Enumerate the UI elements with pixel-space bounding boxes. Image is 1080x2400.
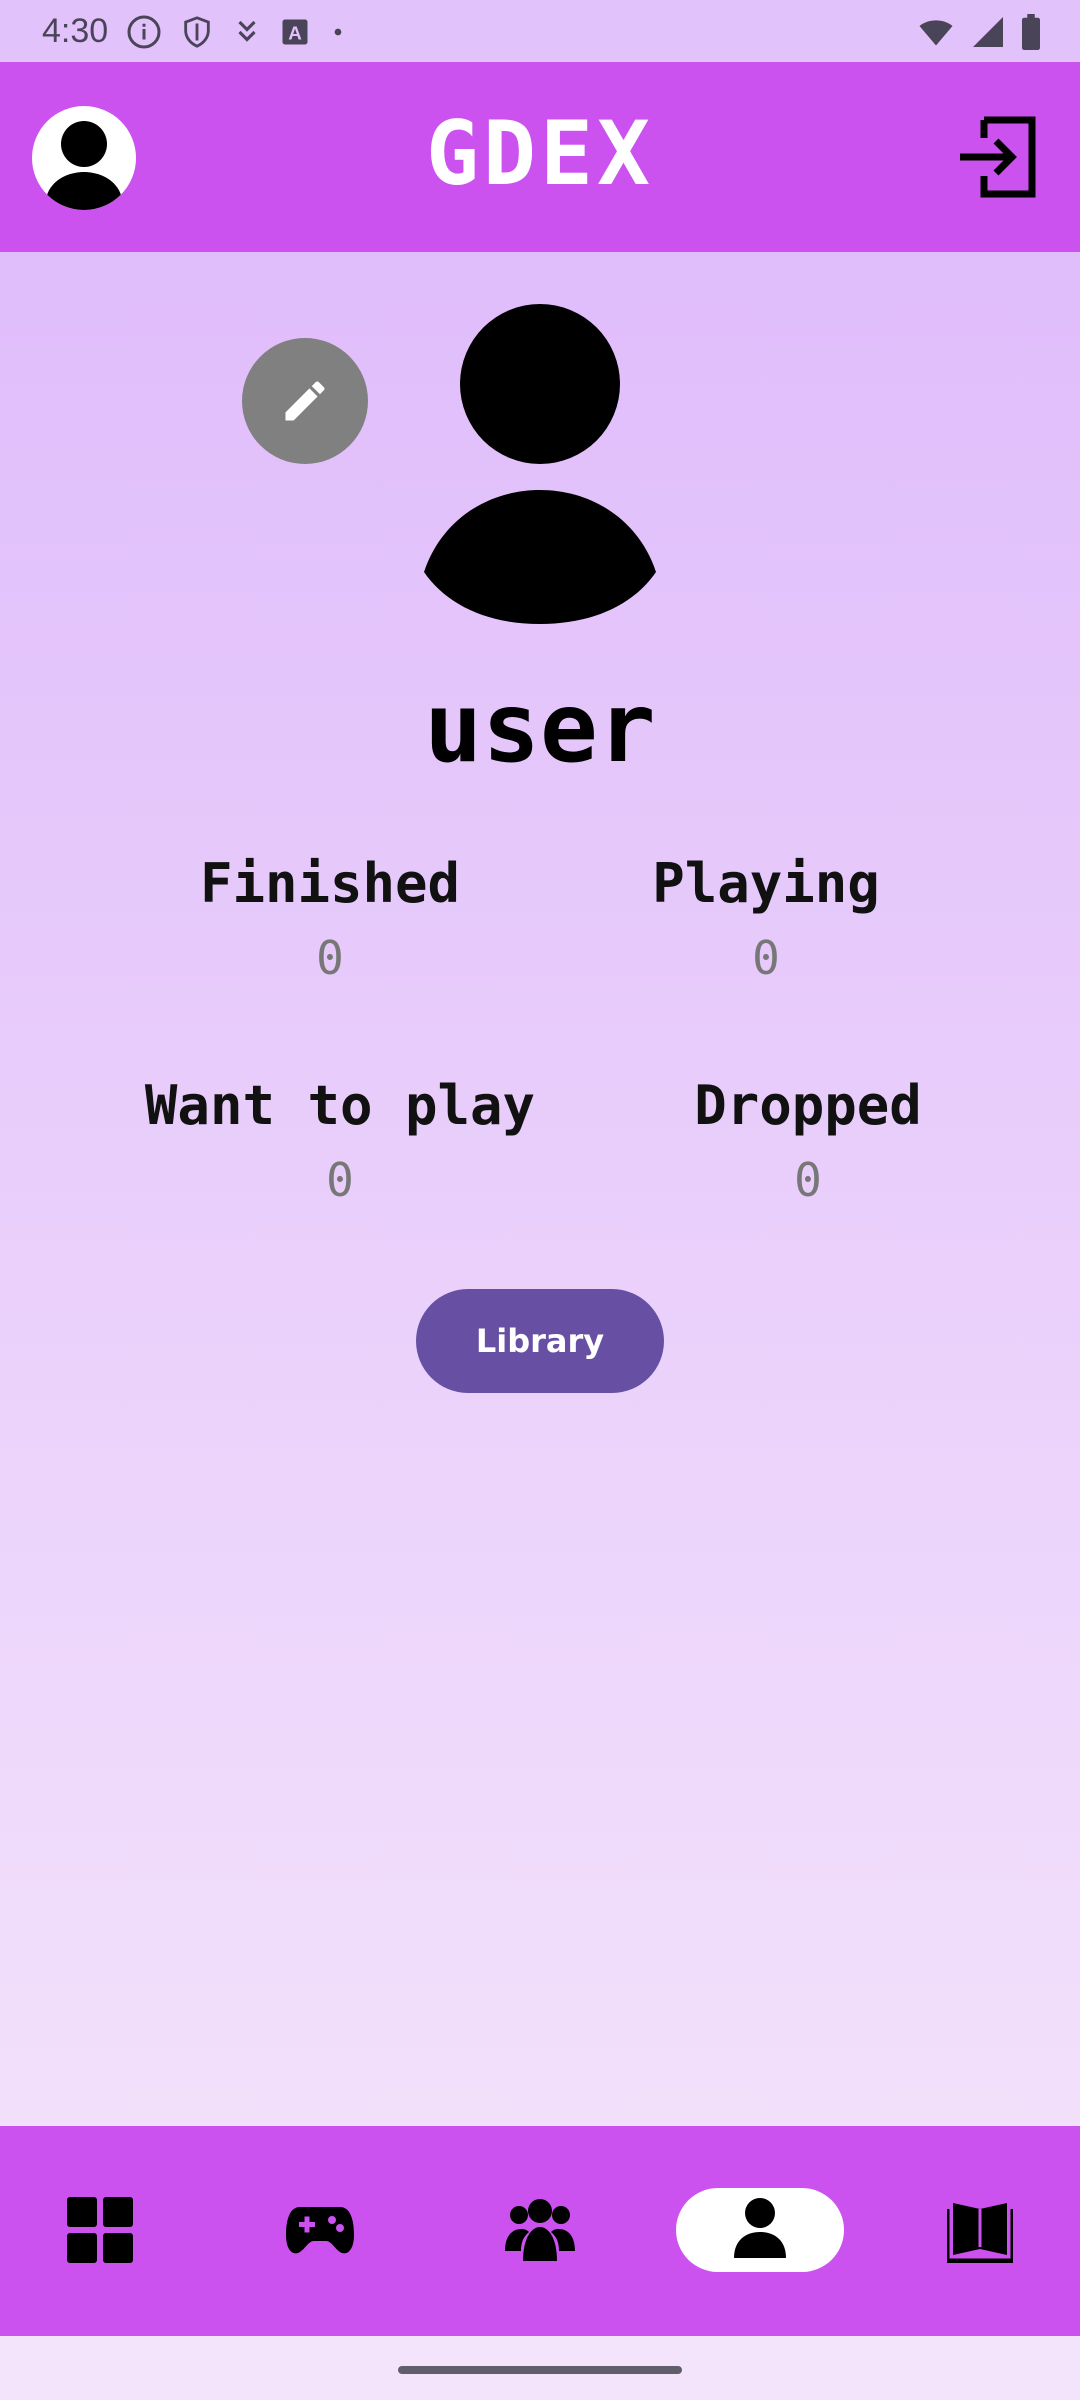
dashboard-icon xyxy=(67,2197,133,2263)
info-icon xyxy=(127,15,161,49)
stat-value: 0 xyxy=(326,1153,354,1207)
library-button[interactable]: Library xyxy=(416,1289,664,1393)
nav-dashboard[interactable] xyxy=(16,2188,184,2272)
stat-dropped: Dropped 0 xyxy=(598,1074,1018,1207)
signal-icon xyxy=(973,17,1003,47)
nav-profile[interactable] xyxy=(676,2188,844,2272)
status-time: 4:30 xyxy=(42,12,109,50)
dot-icon xyxy=(334,28,342,36)
stat-label: Dropped xyxy=(694,1074,922,1137)
logout-icon xyxy=(960,116,1036,198)
profile-content: user Finished 0 Playing 0 Want to play 0… xyxy=(0,252,1080,2126)
app-bar: GDEX xyxy=(0,62,1080,252)
stat-label: Want to play xyxy=(144,1074,536,1137)
person-icon xyxy=(734,2198,786,2258)
gesture-area xyxy=(0,2336,1080,2400)
nav-library[interactable] xyxy=(896,2188,1064,2272)
home-gesture-bar[interactable] xyxy=(398,2366,682,2374)
download-icon xyxy=(238,20,256,42)
profile-picture xyxy=(424,304,656,624)
stat-value: 0 xyxy=(752,931,780,985)
app-a-icon: A xyxy=(282,19,308,45)
status-bar: 4:30 A xyxy=(0,0,1080,62)
stat-playing: Playing 0 xyxy=(556,852,976,985)
stat-finished: Finished 0 xyxy=(120,852,540,985)
stat-value: 0 xyxy=(794,1153,822,1207)
book-icon xyxy=(947,2203,1013,2263)
edit-profile-button[interactable] xyxy=(242,338,368,464)
nav-games[interactable] xyxy=(236,2188,404,2272)
wifi-icon xyxy=(919,20,953,46)
app-title: GDEX xyxy=(426,102,654,205)
username: user xyxy=(424,672,656,784)
stat-label: Playing xyxy=(652,852,880,915)
bottom-nav xyxy=(0,2126,1080,2336)
stat-label: Finished xyxy=(199,852,461,915)
people-icon xyxy=(505,2199,575,2261)
pencil-icon xyxy=(285,381,325,421)
svg-text:A: A xyxy=(288,23,302,44)
nav-friends[interactable] xyxy=(456,2188,624,2272)
stat-value: 0 xyxy=(316,931,344,985)
battery-icon xyxy=(1022,14,1040,50)
gamepad-icon xyxy=(286,2207,354,2254)
logout-button[interactable] xyxy=(954,114,1040,200)
shield-icon xyxy=(184,16,210,48)
stat-want-to-play: Want to play 0 xyxy=(130,1074,550,1207)
